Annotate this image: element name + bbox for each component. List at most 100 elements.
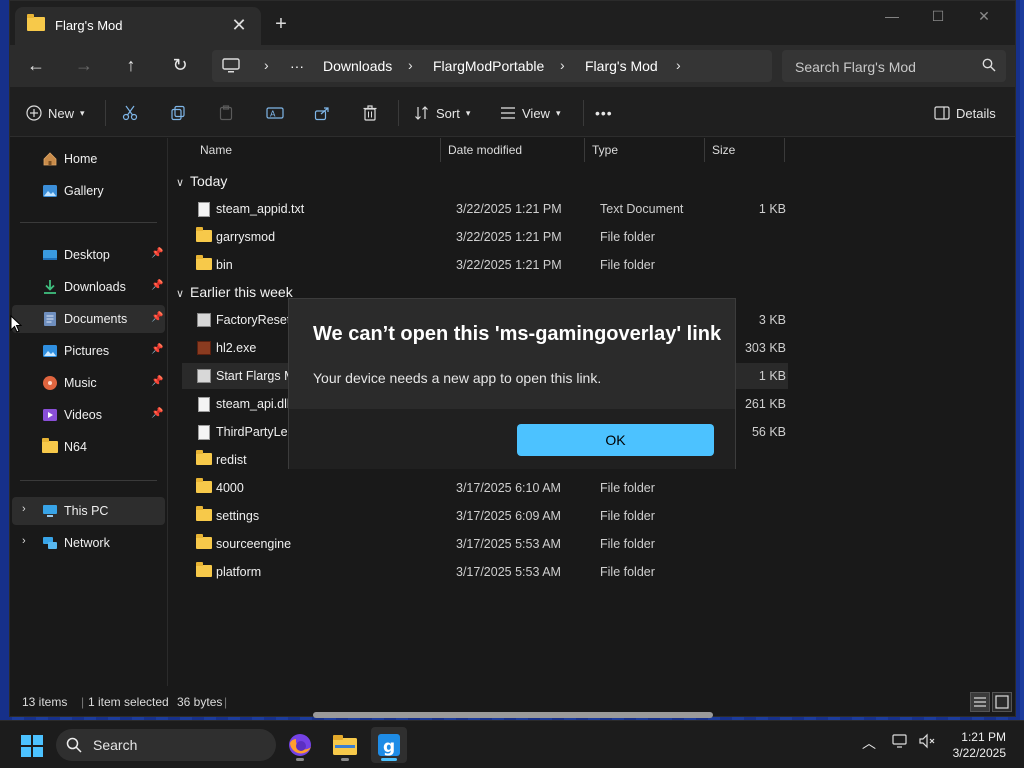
file-date: 3/17/2025 6:10 AM: [456, 481, 561, 495]
volume-muted-icon[interactable]: [918, 733, 936, 752]
breadcrumb-chevron-icon: ›: [264, 57, 269, 73]
sidebar-item-pictures[interactable]: Pictures 📌: [12, 337, 165, 365]
divider: [20, 480, 157, 481]
group-header-today[interactable]: ∨ Today: [176, 173, 227, 189]
network-status-icon[interactable]: [892, 733, 910, 752]
taskbar-file-explorer[interactable]: [327, 727, 363, 763]
folder-icon: [196, 255, 212, 272]
column-divider[interactable]: [784, 138, 785, 162]
file-name: bin: [216, 258, 233, 272]
sidebar-item-desktop[interactable]: Desktop 📌: [12, 241, 165, 269]
column-divider[interactable]: [704, 138, 705, 162]
explorer-tab[interactable]: Flarg's Mod ✕: [15, 7, 261, 45]
close-window-button[interactable]: ✕: [961, 5, 1007, 29]
computer-icon: [222, 58, 240, 77]
pin-icon: 📌: [151, 312, 164, 323]
sidebar-item-music[interactable]: Music 📌: [12, 369, 165, 397]
sidebar-item-documents[interactable]: Documents 📌: [12, 305, 165, 333]
more-options-button[interactable]: •••: [595, 101, 613, 125]
file-size: 303 KB: [744, 341, 786, 355]
taskbar-garrys-mod[interactable]: g: [371, 727, 407, 763]
breadcrumb-flargmodportable[interactable]: FlargModPortable: [433, 58, 544, 74]
sidebar-item-label: N64: [64, 440, 87, 454]
rename-button[interactable]: A: [266, 101, 284, 125]
running-indicator: [341, 758, 349, 761]
file-type: File folder: [600, 230, 655, 244]
horizontal-scrollbar[interactable]: [313, 712, 713, 718]
sidebar-item-downloads[interactable]: Downloads 📌: [12, 273, 165, 301]
show-hidden-icons-button[interactable]: ︿: [862, 733, 876, 753]
taskbar-firefox[interactable]: [282, 727, 318, 763]
file-row[interactable]: bin 3/22/2025 1:21 PM File folder: [182, 252, 788, 278]
chevron-right-icon[interactable]: ›: [22, 503, 26, 515]
file-name: redist: [216, 453, 247, 467]
file-name: hl2.exe: [216, 341, 257, 355]
cut-button[interactable]: [122, 101, 138, 125]
details-button[interactable]: Details: [934, 101, 996, 125]
paste-button[interactable]: [218, 101, 234, 125]
details-view-button[interactable]: [970, 692, 990, 712]
folder-icon: [27, 14, 45, 34]
column-divider[interactable]: [584, 138, 585, 162]
refresh-button[interactable]: ↻: [164, 54, 196, 78]
breadcrumb-flargs-mod[interactable]: Flarg's Mod: [585, 58, 658, 74]
sidebar-item-this-pc[interactable]: › This PC: [12, 497, 165, 525]
share-button[interactable]: [314, 101, 330, 125]
file-row[interactable]: settings 3/17/2025 6:09 AM File folder: [182, 503, 788, 529]
column-header-type[interactable]: Type: [592, 143, 618, 157]
clock-date: 3/22/2025: [952, 746, 1006, 760]
view-button[interactable]: View ▾: [500, 101, 560, 125]
sidebar-item-label: Music: [64, 376, 97, 390]
forward-button[interactable]: →: [68, 54, 100, 78]
back-button[interactable]: ←: [20, 54, 52, 78]
close-tab-button[interactable]: ✕: [228, 14, 250, 36]
group-label: Earlier this week: [190, 284, 293, 300]
file-row[interactable]: 4000 3/17/2025 6:10 AM File folder: [182, 475, 788, 501]
sort-button[interactable]: Sort ▾: [414, 101, 470, 125]
mouse-cursor-icon: [10, 314, 23, 336]
delete-button[interactable]: [362, 101, 378, 125]
sidebar-item-videos[interactable]: Videos 📌: [12, 401, 165, 429]
ok-button[interactable]: OK: [517, 424, 714, 456]
file-date: 3/17/2025 5:53 AM: [456, 537, 561, 551]
pin-icon: 📌: [151, 280, 164, 291]
navigation-bar: ← → ↑ ↻ › ··· Downloads › FlargModPortab…: [10, 45, 1015, 87]
taskbar-search[interactable]: Search: [56, 729, 276, 761]
sidebar-item-gallery[interactable]: Gallery: [12, 177, 165, 205]
minimize-button[interactable]: —: [869, 5, 915, 29]
file-size: 56 KB: [751, 425, 786, 439]
search-box[interactable]: Search Flarg's Mod: [782, 50, 1006, 82]
paste-icon: [219, 105, 233, 121]
column-divider[interactable]: [440, 138, 441, 162]
chevron-right-icon[interactable]: ›: [22, 535, 26, 547]
running-indicator: [296, 758, 304, 761]
desktop-icon: [42, 247, 58, 263]
start-button[interactable]: [20, 734, 44, 761]
item-count: 13 items: [22, 695, 68, 709]
sidebar-item-network[interactable]: › Network: [12, 529, 165, 557]
new-tab-button[interactable]: +: [269, 13, 293, 37]
group-header-earlier-this-week[interactable]: ∨ Earlier this week: [176, 284, 293, 300]
file-row[interactable]: steam_appid.txt 3/22/2025 1:21 PM Text D…: [182, 196, 788, 222]
column-header-date[interactable]: Date modified: [448, 143, 522, 157]
column-header-size[interactable]: Size: [712, 143, 735, 157]
trash-icon: [363, 105, 377, 121]
file-row[interactable]: platform 3/17/2025 5:53 AM File folder: [182, 559, 788, 585]
file-type: File folder: [600, 537, 655, 551]
clock[interactable]: 1:21 PM 3/22/2025: [953, 729, 1006, 761]
up-button[interactable]: ↑: [115, 54, 147, 78]
breadcrumb-more[interactable]: ···: [290, 58, 304, 74]
column-header-name[interactable]: Name: [200, 143, 232, 157]
file-row[interactable]: garrysmod 3/22/2025 1:21 PM File folder: [182, 224, 788, 250]
copy-button[interactable]: [170, 101, 186, 125]
new-button[interactable]: New ▾: [26, 101, 85, 125]
file-row[interactable]: sourceengine 3/17/2025 5:53 AM File fold…: [182, 531, 788, 557]
sidebar-item-home[interactable]: Home: [12, 145, 165, 173]
large-icons-view-button[interactable]: [992, 692, 1012, 712]
file-date: 3/22/2025 1:21 PM: [456, 230, 562, 244]
breadcrumb-downloads[interactable]: Downloads: [323, 58, 392, 74]
chevron-down-icon: ∨: [176, 177, 185, 189]
address-bar[interactable]: › ··· Downloads › FlargModPortable › Fla…: [212, 50, 772, 82]
sidebar-item-n64[interactable]: N64: [12, 433, 165, 461]
maximize-button[interactable]: ☐: [915, 5, 961, 29]
